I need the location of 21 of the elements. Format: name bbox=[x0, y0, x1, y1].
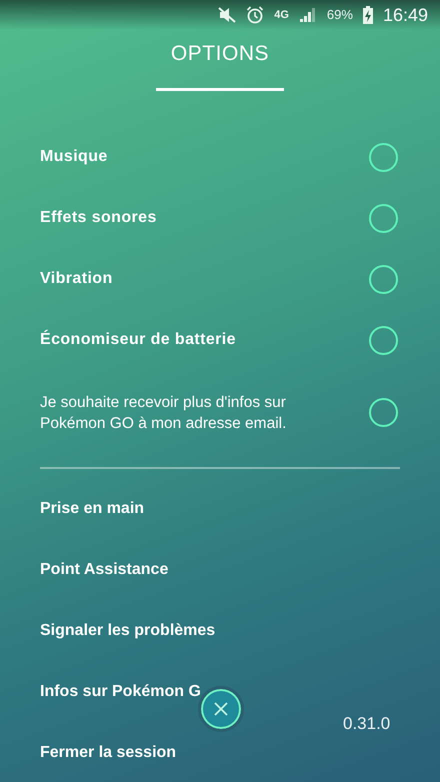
setting-label: Économiseur de batterie bbox=[40, 328, 236, 350]
menu-link[interactable]: Point Assistance bbox=[40, 560, 168, 580]
mute-icon bbox=[218, 7, 236, 23]
battery-percent: 69% bbox=[326, 6, 353, 24]
version-number: 0.31.0 bbox=[343, 713, 390, 735]
close-icon bbox=[214, 702, 228, 716]
signal-icon bbox=[298, 7, 317, 23]
clock: 16:49 bbox=[382, 4, 428, 26]
menu-link[interactable]: Fermer la session bbox=[40, 742, 176, 762]
menu-link[interactable]: Infos sur Pokémon G bbox=[40, 682, 201, 702]
setting-label: Musique bbox=[40, 147, 108, 167]
alarm-icon bbox=[246, 6, 264, 24]
menu-link[interactable]: Prise en main bbox=[40, 498, 144, 518]
setting-label: Effets sonores bbox=[40, 208, 157, 228]
setting-label: Vibration bbox=[40, 269, 113, 289]
battery-charging-icon bbox=[362, 6, 373, 24]
email-consent-text: Je souhaite recevoir plus d'infos sur Pokémon GO à mon adresse email. bbox=[40, 392, 288, 434]
network-type: 4G bbox=[274, 8, 289, 23]
close-button[interactable] bbox=[198, 686, 244, 732]
menu-link[interactable]: Signaler les problèmes bbox=[40, 620, 216, 640]
page-title: OPTIONS bbox=[170, 41, 270, 67]
